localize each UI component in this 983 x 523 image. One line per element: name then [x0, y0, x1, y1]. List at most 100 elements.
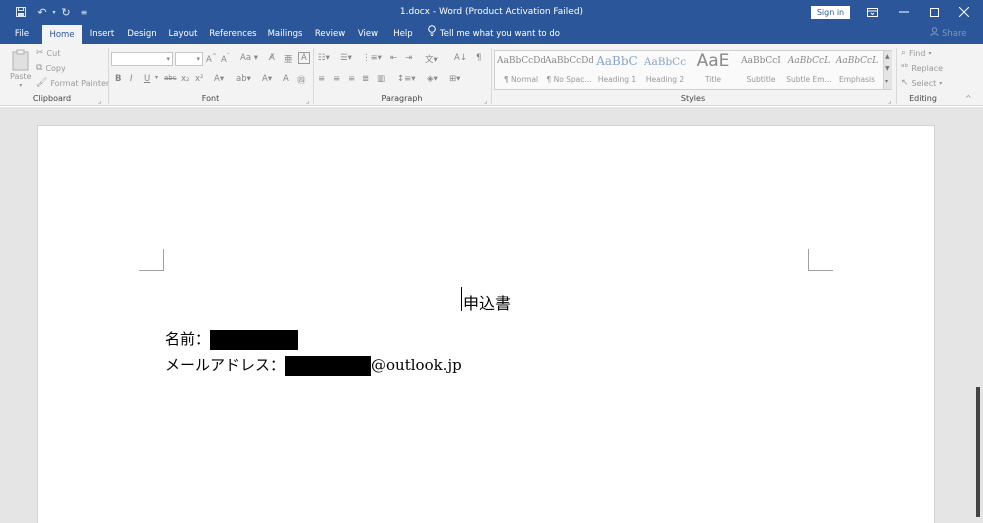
text-cursor	[461, 287, 462, 311]
tab-mailings[interactable]: Mailings	[264, 24, 306, 44]
style-normal[interactable]: AaBbCcDd ¶ Normal	[497, 51, 545, 89]
clipboard-launcher-icon[interactable]: ⌟	[98, 97, 101, 105]
name-line: 名前：	[165, 328, 299, 350]
paste-button[interactable]: Paste ▾	[10, 49, 32, 89]
shading-icon[interactable]: ◈▾	[427, 74, 438, 84]
scrollbar-thumb[interactable]	[976, 387, 980, 517]
chevron-up-icon[interactable]: ▲	[885, 53, 890, 60]
font-size-combo[interactable]: ▾	[175, 52, 203, 66]
clear-formatting-icon[interactable]: A̸	[269, 53, 275, 63]
paragraph-launcher-icon[interactable]: ⌟	[484, 97, 487, 105]
change-case-button[interactable]: Aa ▾	[240, 53, 258, 63]
person-icon	[930, 24, 939, 44]
style-preview: AaBbC	[596, 54, 638, 68]
redo-icon[interactable]: ↻	[58, 0, 74, 24]
text-effects-icon[interactable]: A▾	[214, 74, 224, 84]
numbering-icon[interactable]: ☰▾	[340, 53, 352, 63]
style-preview: AaBbCcI	[741, 56, 781, 66]
style-name: ¶ Normal	[503, 75, 539, 84]
tab-references[interactable]: References	[206, 24, 260, 44]
style-subtle-emphasis[interactable]: AaBbCcL Subtle Em...	[785, 51, 833, 89]
undo-dropdown-icon[interactable]: ▾	[50, 0, 58, 24]
increase-indent-icon[interactable]: ⇥	[405, 53, 412, 63]
tab-review[interactable]: Review	[312, 24, 348, 44]
enclose-characters-icon[interactable]: ㊃	[297, 74, 306, 86]
paste-label: Paste	[10, 72, 32, 81]
style-emphasis[interactable]: AaBbCcL Emphasis	[833, 51, 881, 89]
character-border-icon[interactable]: A	[298, 52, 310, 64]
line-spacing-icon[interactable]: ↕≡▾	[397, 74, 416, 84]
customize-quick-access-icon[interactable]: ≡	[78, 0, 90, 24]
borders-icon[interactable]: ⊞▾	[449, 74, 460, 84]
styles-scrollbar[interactable]: ▲ ▼ ▾	[883, 51, 892, 89]
subscript-button[interactable]: x₂	[181, 74, 189, 84]
style-subtitle[interactable]: AaBbCcI Subtitle	[737, 51, 785, 89]
scissors-icon: ✂	[36, 48, 44, 58]
tab-design[interactable]: Design	[124, 24, 160, 44]
align-left-icon[interactable]: ≡	[318, 74, 325, 84]
font-color-icon[interactable]: A▾	[262, 74, 272, 84]
maximize-icon[interactable]	[917, 0, 951, 24]
cut-button[interactable]: ✂ Cut	[36, 48, 60, 58]
more-styles-icon[interactable]: ▾	[885, 78, 888, 85]
multilevel-list-icon[interactable]: ⋮≡▾	[362, 53, 382, 63]
highlight-icon[interactable]: ab▾	[236, 74, 251, 84]
tab-insert[interactable]: Insert	[86, 24, 118, 44]
minimize-icon[interactable]	[887, 0, 921, 24]
lightbulb-icon	[428, 24, 436, 44]
italic-button[interactable]: I	[130, 74, 133, 84]
select-button[interactable]: ↖ Select ▾	[901, 78, 942, 88]
styles-launcher-icon[interactable]: ⌟	[888, 97, 891, 105]
superscript-button[interactable]: x²	[195, 74, 203, 84]
tab-home[interactable]: Home	[42, 25, 82, 44]
style-name: Title	[704, 75, 722, 84]
bullets-icon[interactable]: ☷▾	[318, 53, 330, 63]
tab-help[interactable]: Help	[388, 24, 418, 44]
tab-file[interactable]: File	[8, 24, 36, 44]
collapse-ribbon-icon[interactable]: ^	[965, 94, 972, 103]
close-icon[interactable]	[947, 0, 981, 24]
font-launcher-icon[interactable]: ⌟	[306, 97, 309, 105]
align-right-icon[interactable]: ≡	[348, 74, 355, 84]
align-center-icon[interactable]: ≡	[333, 74, 340, 84]
tab-layout[interactable]: Layout	[166, 24, 200, 44]
underline-button[interactable]: U	[144, 74, 150, 84]
document-page[interactable]: 申込書 名前： メールアドレス： @outlook.jp	[37, 125, 935, 523]
font-name-combo[interactable]: ▾	[111, 52, 173, 66]
sort-icon[interactable]: A↓	[454, 53, 467, 63]
bold-button[interactable]: B	[115, 74, 121, 84]
character-shading-icon[interactable]: A	[283, 74, 289, 84]
undo-icon[interactable]: ↶	[34, 0, 50, 24]
find-button[interactable]: ⌕ Find ▾	[901, 48, 931, 58]
vertical-scrollbar[interactable]	[973, 107, 983, 523]
ribbon-display-options-icon[interactable]	[855, 0, 889, 24]
underline-dropdown-icon[interactable]: ▾	[155, 74, 158, 81]
style-preview: AaBbCcDd	[497, 56, 545, 66]
save-icon[interactable]	[12, 0, 30, 24]
tab-view[interactable]: View	[354, 24, 382, 44]
sign-in-button[interactable]: Sign in	[811, 6, 850, 19]
phonetic-guide-icon[interactable]: 亜	[284, 53, 293, 65]
style-heading-1[interactable]: AaBbC Heading 1	[593, 51, 641, 89]
shrink-font-icon[interactable]: Aˇ	[221, 53, 230, 65]
style-title[interactable]: AaE Title	[689, 51, 737, 89]
style-preview: AaBbCcL	[787, 56, 831, 66]
tell-me-search[interactable]: Tell me what you want to do	[428, 24, 560, 44]
chevron-down-icon[interactable]: ▼	[885, 65, 890, 72]
grow-font-icon[interactable]: A^	[206, 53, 217, 65]
style-no-spacing[interactable]: AaBbCcDd ¶ No Spac...	[545, 51, 593, 89]
strikethrough-button[interactable]: abc	[164, 74, 177, 82]
style-name: Subtitle	[746, 75, 776, 84]
email-domain: @outlook.jp	[371, 356, 462, 374]
show-formatting-icon[interactable]: ¶	[476, 53, 481, 63]
justify-icon[interactable]: ≣	[362, 74, 369, 84]
share-button[interactable]: Share	[930, 24, 967, 44]
asian-layout-icon[interactable]: 文▾	[425, 53, 438, 65]
ribbon-home: Paste ▾ ✂ Cut ⧉ Copy 🖌 Format Painter Cl…	[0, 44, 983, 106]
distributed-icon[interactable]: ▥	[377, 74, 385, 84]
style-heading-2[interactable]: AaBbCc Heading 2	[641, 51, 689, 89]
copy-button[interactable]: ⧉ Copy	[36, 63, 66, 73]
format-painter-button[interactable]: 🖌 Format Painter	[36, 78, 109, 88]
decrease-indent-icon[interactable]: ⇤	[390, 53, 397, 63]
replace-button[interactable]: ᵃᵇ Replace	[901, 63, 943, 73]
